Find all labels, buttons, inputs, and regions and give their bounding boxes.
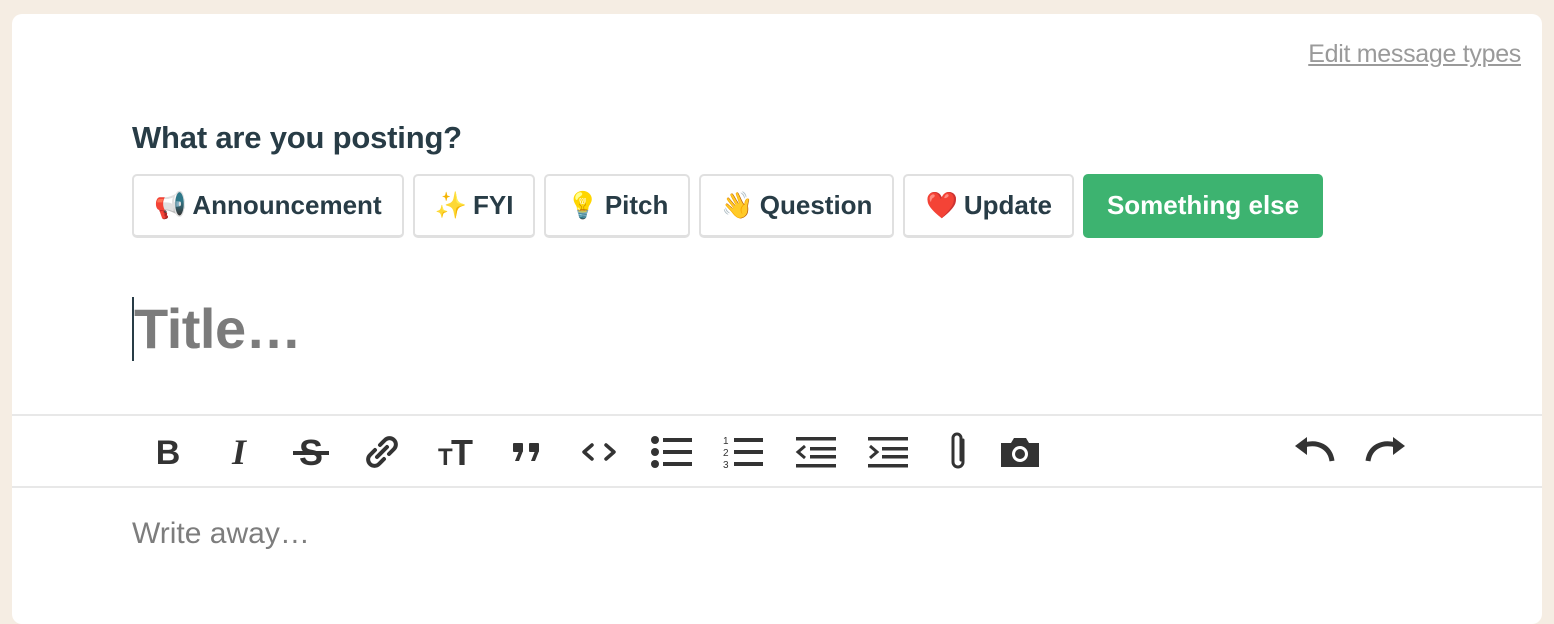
attachment-icon [951, 432, 965, 469]
redo-icon [1365, 437, 1405, 462]
type-label: Pitch [604, 190, 669, 220]
sparkles-icon: ✨ [434, 190, 467, 221]
svg-text:B: B [156, 436, 181, 468]
quote-icon [513, 443, 539, 461]
indent-button[interactable] [865, 430, 911, 474]
svg-text:I: I [231, 436, 248, 468]
bullet-list-icon [651, 436, 692, 468]
waving-hand-icon: 👋 [721, 190, 754, 221]
message-composer-card: Edit message types What are you posting?… [12, 14, 1542, 624]
photo-button[interactable] [997, 430, 1043, 474]
type-button-something-else[interactable]: Something else [1082, 174, 1324, 238]
edit-message-types-link[interactable]: Edit message types [1308, 40, 1521, 69]
type-label: Update [963, 190, 1052, 220]
formatting-toolbar: B I S T T 1 2 3 [12, 414, 1542, 488]
code-icon [582, 443, 616, 461]
redo-button[interactable] [1363, 430, 1409, 474]
undo-icon [1295, 437, 1335, 462]
title-input[interactable]: Title… [132, 296, 302, 361]
camera-icon [1001, 438, 1039, 467]
quote-button[interactable] [504, 430, 550, 474]
svg-text:1: 1 [723, 436, 729, 447]
message-type-selector: 📢 Announcement ✨ FYI 💡 Pitch 👋 Question … [132, 174, 1324, 238]
indent-icon [868, 437, 908, 468]
strikethrough-button[interactable]: S [288, 430, 334, 474]
italic-button[interactable]: I [216, 430, 262, 474]
undo-button[interactable] [1291, 430, 1337, 474]
heading-icon: T T [438, 436, 473, 468]
type-button-update[interactable]: ❤️ Update [903, 174, 1074, 238]
link-button[interactable] [359, 430, 405, 474]
type-button-announcement[interactable]: 📢 Announcement [132, 174, 404, 238]
link-icon [366, 436, 398, 468]
svg-text:T: T [451, 436, 473, 468]
heart-icon: ❤️ [925, 190, 958, 221]
type-label: Announcement [192, 190, 382, 220]
title-placeholder: Title… [134, 297, 302, 360]
type-button-fyi[interactable]: ✨ FYI [412, 174, 536, 238]
svg-text:2: 2 [723, 448, 729, 459]
megaphone-icon: 📢 [154, 190, 187, 221]
lightbulb-icon: 💡 [566, 190, 599, 221]
italic-icon: I [231, 436, 248, 468]
code-button[interactable] [576, 430, 622, 474]
outdent-icon [795, 437, 836, 468]
bullet-list-button[interactable] [649, 430, 695, 474]
heading-button[interactable]: T T [432, 430, 478, 474]
attachment-button[interactable] [936, 430, 982, 474]
body-editor[interactable]: Write away… [132, 517, 310, 551]
numbered-list-icon: 1 2 3 [723, 436, 763, 470]
type-button-question[interactable]: 👋 Question [699, 174, 895, 238]
strikethrough-icon: S [293, 435, 329, 469]
type-label: Question [759, 190, 873, 220]
svg-text:3: 3 [723, 460, 729, 470]
bold-button[interactable]: B [145, 430, 191, 474]
type-label: Something else [1106, 190, 1300, 220]
bold-icon: B [156, 436, 181, 468]
type-button-pitch[interactable]: 💡 Pitch [544, 174, 691, 238]
numbered-list-button[interactable]: 1 2 3 [720, 430, 766, 474]
posting-type-heading: What are you posting? [132, 120, 462, 155]
outdent-button[interactable] [793, 430, 839, 474]
type-label: FYI [472, 190, 514, 220]
